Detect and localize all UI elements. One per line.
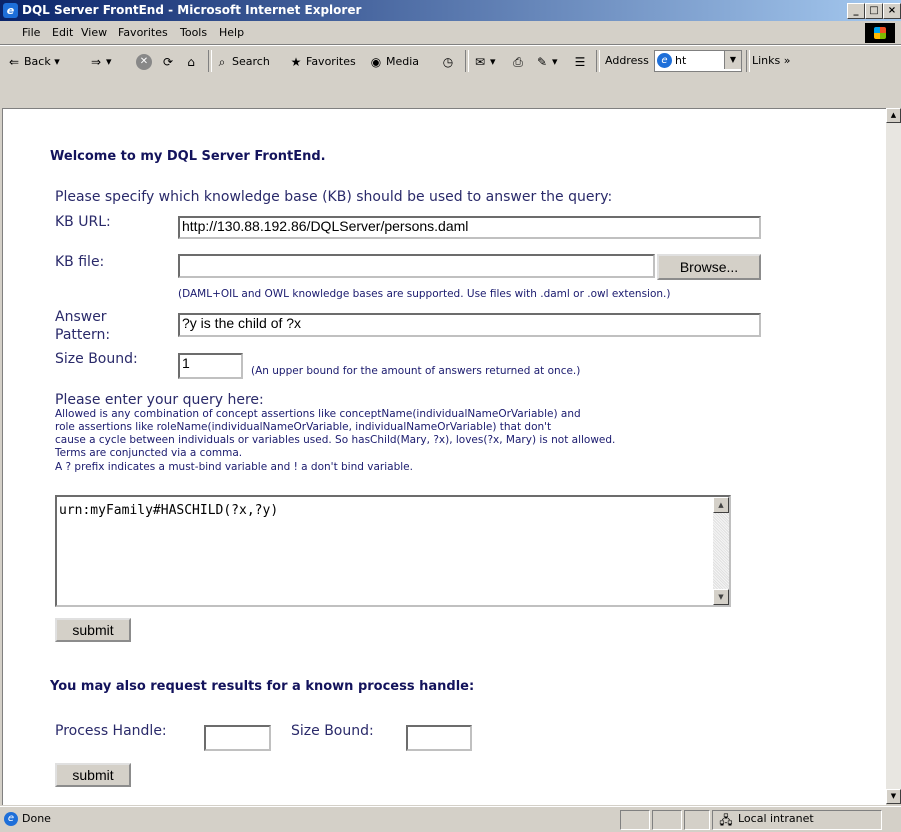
menu-edit[interactable]: Edit (52, 26, 73, 39)
query-help-line: Terms are conjuncted via a comma. (55, 447, 243, 459)
menu-bar: File Edit View Favorites Tools Help (0, 22, 901, 45)
kb-file-label: KB file: (55, 254, 105, 270)
home-icon: ⌂ (187, 55, 195, 69)
kb-url-input[interactable]: http://130.88.192.86/DQLServer/persons.d… (178, 216, 761, 239)
menu-tools[interactable]: Tools (180, 26, 207, 39)
status-panel (652, 810, 682, 830)
query-textarea[interactable]: urn:myFamily#HASCHILD(?x,?y) ▲ ▼ (55, 495, 731, 607)
print-button[interactable]: ⎙ (510, 54, 528, 70)
submit-handle-button[interactable]: submit (55, 763, 131, 787)
size-bound2-input[interactable] (406, 725, 472, 751)
toolbar-spacer (0, 76, 901, 107)
query-help-line: A ? prefix indicates a must-bind variabl… (55, 461, 413, 473)
menu-view[interactable]: View (81, 26, 107, 39)
search-button[interactable]: ⌕ Search (214, 54, 270, 70)
process-handle-input[interactable] (204, 725, 271, 751)
answer-pattern-input[interactable]: ?y is the child of ?x (178, 313, 761, 337)
favorites-icon: ★ (290, 55, 302, 69)
submit-query-button[interactable]: submit (55, 618, 131, 642)
address-label: Address (605, 54, 649, 67)
edit-icon: ✎ (536, 55, 548, 69)
query-text: urn:myFamily#HASCHILD(?x,?y) (59, 503, 279, 518)
minimize-button[interactable]: _ (847, 3, 865, 19)
refresh-button[interactable]: ⟳ (160, 54, 178, 70)
mail-button[interactable]: ✉ ▾ (472, 54, 496, 70)
textarea-scrollbar[interactable]: ▲ ▼ (713, 497, 729, 605)
status-page-icon: e (4, 812, 20, 826)
zone-text: Local intranet (738, 812, 814, 825)
close-button[interactable]: × (883, 3, 901, 19)
process-handle-label: Process Handle: (55, 723, 167, 739)
status-text: Done (22, 812, 51, 825)
forward-arrow-icon: ⇒ (90, 55, 102, 69)
ie-logo-icon: e (3, 3, 18, 18)
media-icon: ◉ (370, 55, 382, 69)
kb-support-note: (DAML+OIL and OWL knowledge bases are su… (178, 288, 671, 300)
toolbar-separator (746, 50, 750, 72)
window-title: DQL Server FrontEnd - Microsoft Internet… (22, 3, 362, 17)
maximize-button[interactable]: □ (865, 3, 883, 19)
toolbar-separator (465, 50, 469, 72)
answer-label-line1: Answer (55, 309, 107, 325)
size-bound-label: Size Bound: (55, 351, 138, 367)
kb-url-label: KB URL: (55, 214, 111, 230)
scroll-up-icon[interactable]: ▲ (886, 108, 901, 123)
query-help-line: cause a cycle between individuals or var… (55, 434, 616, 446)
scroll-down-icon[interactable]: ▼ (886, 789, 901, 804)
query-prompt: Please enter your query here: (55, 392, 264, 408)
mail-icon: ✉ (474, 55, 486, 69)
query-help-line: role assertions like roleName(individual… (55, 421, 552, 433)
process-handle-heading: You may also request results for a known… (50, 679, 475, 694)
back-arrow-icon: ⇐ (8, 55, 20, 69)
refresh-icon: ⟳ (162, 55, 174, 69)
toolbar: ⇐ Back ▾ ⇒ ▾ ✕ ⟳ ⌂ ⌕ Search ★ Favorites ◉ Med… (0, 45, 901, 77)
windows-logo-icon (865, 23, 895, 43)
size-bound2-label: Size Bound: (291, 723, 374, 739)
address-bar[interactable]: e ht ▼ (654, 50, 742, 72)
query-help-line: Allowed is any combination of concept as… (55, 408, 581, 420)
form-page: Welcome to my DQL Server FrontEnd. Pleas… (3, 109, 886, 805)
history-button[interactable]: ◷ (440, 54, 458, 70)
menu-help[interactable]: Help (219, 26, 244, 39)
history-icon: ◷ (442, 55, 454, 69)
page-scrollbar[interactable]: ▲ ▼ (886, 108, 901, 804)
back-button[interactable]: ⇐ Back ▾ (6, 54, 60, 70)
discuss-button[interactable]: ☰ (572, 54, 590, 70)
discuss-icon: ☰ (574, 55, 586, 69)
home-button[interactable]: ⌂ (183, 54, 201, 70)
browser-window: e DQL Server FrontEnd - Microsoft Intern… (0, 0, 901, 832)
intranet-icon: 🖧 (719, 813, 733, 827)
status-panel (684, 810, 710, 830)
chevron-down-icon[interactable]: ▼ (724, 51, 741, 69)
stop-icon: ✕ (136, 54, 152, 70)
edit-button[interactable]: ✎ ▾ (534, 54, 558, 70)
status-panel (620, 810, 650, 830)
toolbar-separator (208, 50, 212, 72)
welcome-heading: Welcome to my DQL Server FrontEnd. (50, 149, 326, 164)
links-button[interactable]: Links » (752, 54, 791, 67)
stop-button[interactable]: ✕ (136, 54, 154, 70)
kb-prompt: Please specify which knowledge base (KB)… (55, 189, 613, 205)
print-icon: ⎙ (513, 55, 523, 69)
favorites-button[interactable]: ★ Favorites (288, 54, 356, 70)
title-bar: e DQL Server FrontEnd - Microsoft Intern… (0, 0, 901, 21)
forward-button[interactable]: ⇒ ▾ (88, 54, 112, 70)
page-icon: e (657, 53, 672, 68)
size-bound-input[interactable]: 1 (178, 353, 243, 379)
menu-file[interactable]: File (22, 26, 40, 39)
toolbar-separator (596, 50, 600, 72)
page-content: Welcome to my DQL Server FrontEnd. Pleas… (2, 108, 886, 805)
search-icon: ⌕ (218, 55, 226, 69)
menu-favorites[interactable]: Favorites (118, 26, 168, 39)
answer-label-line2: Pattern: (55, 327, 111, 343)
status-bar: e Done 🖧 Local intranet (0, 806, 901, 832)
kb-file-input[interactable] (178, 254, 655, 278)
scroll-up-icon[interactable]: ▲ (713, 497, 729, 513)
size-bound-note: (An upper bound for the amount of answer… (251, 365, 581, 377)
address-value: ht (675, 54, 687, 67)
scroll-down-icon[interactable]: ▼ (713, 589, 729, 605)
browse-button[interactable]: Browse... (657, 254, 761, 280)
media-button[interactable]: ◉ Media (368, 54, 419, 70)
